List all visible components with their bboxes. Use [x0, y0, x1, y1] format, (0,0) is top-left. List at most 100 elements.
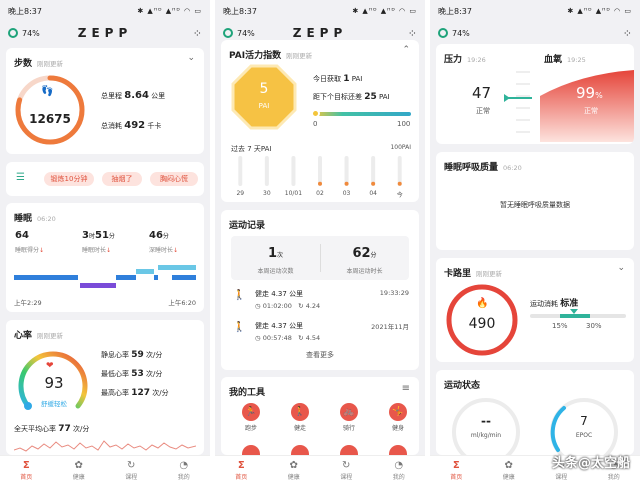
max-hr: 最高心率 127 次/分 — [101, 388, 169, 398]
resting-hr: 静息心率 59 次/分 — [101, 350, 163, 360]
pai-value-label: PAI — [258, 102, 270, 110]
stress-spo2-card[interactable]: 压力 19:26 47 正常 血氧 19:25 99% 正常 — [436, 44, 634, 144]
hr-updated: 刚刚更新 — [37, 332, 64, 340]
tag-chest[interactable]: 胸闷心慌 — [150, 172, 198, 186]
chevron-down-icon[interactable]: ⌄ — [617, 263, 625, 273]
profile-icon: ◔ — [394, 460, 404, 471]
spo2-state: 正常 — [584, 107, 598, 115]
steps-calorie: 总消耗 492 千卡 — [101, 120, 162, 131]
pai-day-label: 10/01 — [284, 190, 303, 197]
tool-bike-label: 骑行 — [342, 425, 355, 432]
steps-ring — [15, 75, 85, 145]
pai-week-chart — [238, 156, 402, 186]
steps-card[interactable]: 步数 刚刚更新 ⌄ 👣 12675 总里程 8.64 公里 总消耗 492 千卡 — [6, 48, 204, 154]
tab-home[interactable]: Σ 首页 — [0, 456, 53, 485]
tab-health[interactable]: ✿ 健康 — [53, 456, 106, 485]
profile-icon: ◔ — [179, 460, 189, 471]
watch-icon[interactable] — [223, 28, 233, 38]
pai-updated: 刚刚更新 — [286, 52, 313, 60]
status-icons: ✱ ▲ᴴᴰ ▲ᴴᴰ ◠ ▭ — [137, 7, 202, 15]
home-sigma-icon: Σ — [452, 460, 460, 471]
calorie-high: 30% — [586, 322, 602, 330]
watch-icon[interactable] — [438, 28, 448, 38]
workout-date: 19:33:29 — [379, 289, 409, 297]
pai-day-label: 02 — [316, 190, 324, 197]
pai-day-bar — [291, 156, 296, 186]
pai-value: 5 — [259, 81, 269, 97]
sport-status-card[interactable]: 运动状态 -- ml/kg/min 7 EPOC — [436, 370, 634, 455]
tab-courses[interactable]: ↻ 课程 — [105, 456, 158, 485]
pai-day-bar — [318, 156, 322, 186]
workout-record-card[interactable]: 运动记录 1次 本周运动次数 62分 本周运动时长 🚶 健走 4.37 公里 1… — [221, 210, 419, 370]
pai-day-point — [397, 181, 402, 186]
sleep-end-time: 上午6:20 — [168, 299, 196, 307]
bike-icon[interactable]: 🚲 — [340, 403, 358, 421]
epoc-label: EPOC — [575, 432, 593, 439]
app-header: 74% ⁘ — [430, 22, 640, 44]
workout-item[interactable]: 🚶 健走 4.37 公里 19:33:29 ◷ 01:02:00 ↻ 4.24 — [221, 286, 419, 316]
pai-week-label: 过去 7 天PAI — [231, 145, 272, 153]
calorie-card[interactable]: 卡路里 刚刚更新 ⌄ 🔥 490 运动消耗 标准 15% 30% — [436, 258, 634, 362]
workout-item[interactable]: 🚶 健走 4.37 公里 2021年11月 ◷ 00:57:48 ↻ 4.54 — [221, 318, 419, 348]
avg-hr: 全天平均心率 77 次/分 — [14, 424, 90, 434]
tool-icon-partial[interactable] — [242, 445, 260, 455]
tag-list-icon[interactable]: ☰ — [16, 172, 25, 183]
bottom-tab-bar: Σ 首页 ✿ 健康 ↻ 课程 ◔ 我的 — [0, 455, 210, 485]
view-more-link[interactable]: 查看更多 — [221, 350, 419, 360]
battery-level: 74% — [452, 28, 470, 38]
watch-icon[interactable] — [8, 28, 18, 38]
deep-sleep-label: 深睡时长 — [149, 247, 174, 254]
tool-icon-partial[interactable] — [291, 445, 309, 455]
status-bar: 晚上8:37 ✱ ▲ᴴᴰ ▲ᴴᴰ ◠ ▭ — [430, 0, 640, 22]
apps-grid-icon[interactable]: ⁘ — [193, 27, 202, 40]
calorie-value: 490 — [468, 316, 496, 332]
tab-health[interactable]: ✿ 健康 — [483, 456, 536, 485]
fitness-icon[interactable]: 🤸 — [389, 403, 407, 421]
filter-icon[interactable]: ≡ — [402, 383, 410, 394]
screen-home-3: 晚上8:37 ✱ ▲ᴴᴰ ▲ᴴᴰ ◠ ▭ 74% ⁘ 压力 19:26 47 正常… — [430, 0, 640, 485]
heart-rate-card[interactable]: 心率 刚刚更新 ❤ 93 舒缓轻松 静息心率 59 次/分 最低心率 53 次/分… — [6, 320, 204, 455]
tag-exercise[interactable]: 锻炼10分钟 — [44, 172, 94, 186]
chevron-down-icon[interactable]: ⌄ — [187, 53, 195, 63]
sleep-title: 睡眠 — [14, 214, 33, 224]
tool-icon-partial[interactable] — [340, 445, 358, 455]
run-icon[interactable]: 🏃 — [242, 403, 260, 421]
sleep-card[interactable]: 睡眠 06:20 64 睡眠得分↓ 3时51分 睡眠时长↓ 46分 深睡时长↓ 上… — [6, 203, 204, 312]
pai-day-label: 29 — [236, 190, 245, 197]
apps-grid-icon[interactable]: ⁘ — [408, 27, 417, 40]
sleep-breathing-card[interactable]: 睡眠呼吸质量 06:20 暂无睡眠呼吸质量数据 — [436, 152, 634, 250]
stress-scale — [504, 71, 532, 133]
workout-count-label: 本周运动次数 — [257, 268, 294, 275]
workout-date: 2021年11月 — [371, 323, 409, 331]
pai-today: 今日获取 1 PAI — [313, 74, 363, 84]
walk-icon: 🚶 — [233, 290, 246, 301]
bottom-tab-bar: Σ 首页 ✿ 健康 ↻ 课程 ◔ 我的 — [215, 455, 425, 485]
sleep-duration: 3时51分 — [82, 230, 115, 241]
tab-health[interactable]: ✿ 健康 — [268, 456, 321, 485]
tab-profile[interactable]: ◔ 我的 — [158, 456, 211, 485]
courses-icon: ↻ — [342, 460, 351, 471]
apps-grid-icon[interactable]: ⁘ — [623, 27, 632, 40]
pai-day-point — [344, 181, 349, 186]
pai-progress-knob — [311, 109, 320, 118]
pai-week-days: 29 30 10/01 02 03 04 今 — [227, 190, 413, 200]
pai-day-bar — [371, 156, 376, 186]
tool-icon-partial[interactable] — [389, 445, 407, 455]
tag-smoke[interactable]: 抽烟了 — [102, 172, 142, 186]
tab-profile[interactable]: ◔ 我的 — [373, 456, 426, 485]
battery-level: 74% — [22, 28, 40, 38]
pace-icon: ↻ — [298, 334, 304, 342]
screen-home-2: 晚上8:37 ✱ ▲ᴴᴰ ▲ᴴᴰ ◠ ▭ 74% ZEPP ⁘ PAI活力指数刚… — [215, 0, 425, 485]
calorie-level: 运动消耗 标准 — [530, 299, 579, 309]
health-icon: ✿ — [74, 460, 83, 471]
tab-home[interactable]: Σ 首页 — [430, 456, 483, 485]
tab-home[interactable]: Σ 首页 — [215, 456, 268, 485]
pai-card[interactable]: PAI活力指数 刚刚更新 ⌃ 5 PAI 今日获取 1 PAI 距下个目标还差 2… — [221, 40, 419, 202]
status-time: 晚上8:37 — [8, 6, 42, 16]
pai-day-point — [371, 181, 376, 186]
walk-icon[interactable]: 🚶 — [291, 403, 309, 421]
calorie-low: 15% — [552, 322, 568, 330]
chevron-up-icon[interactable]: ⌃ — [402, 45, 410, 55]
pai-week-max: 100PAI — [390, 144, 411, 151]
tab-courses[interactable]: ↻ 课程 — [320, 456, 373, 485]
